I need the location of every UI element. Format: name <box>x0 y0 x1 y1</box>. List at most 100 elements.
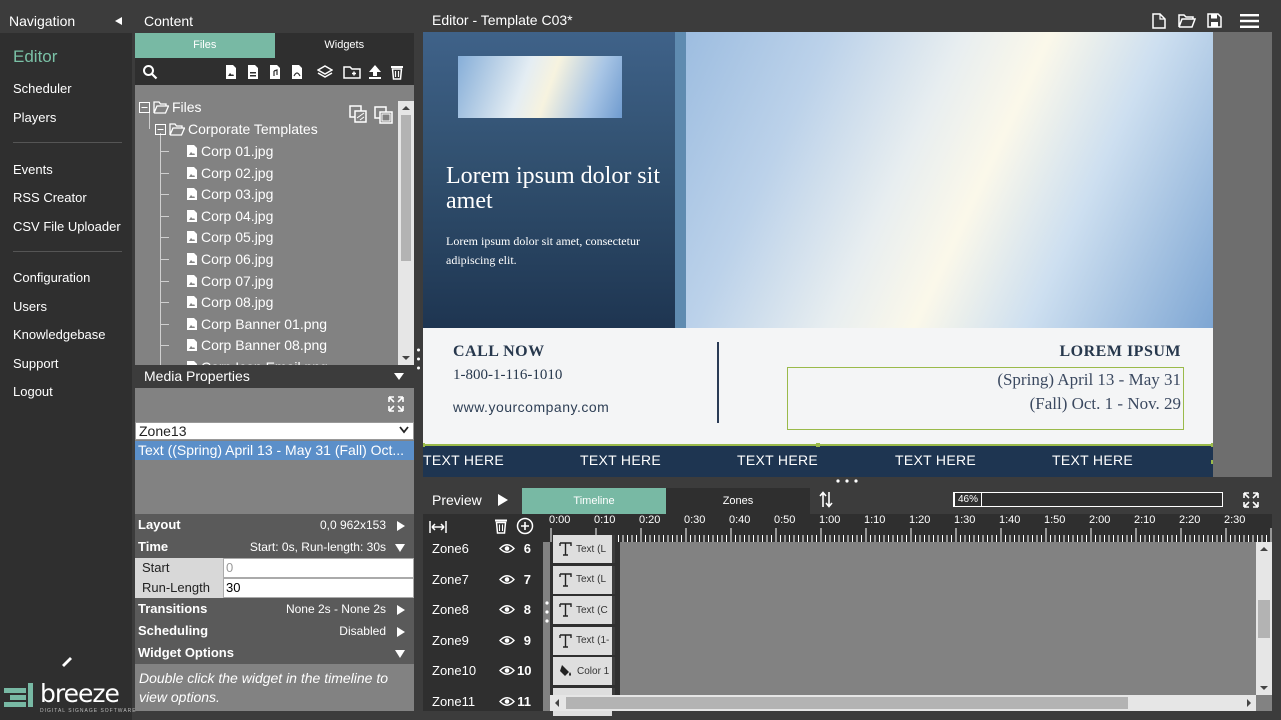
upload-icon[interactable] <box>367 64 383 80</box>
scrollbar-thumb[interactable] <box>401 115 411 261</box>
timeline-vertical-scrollbar[interactable] <box>1256 542 1272 695</box>
eye-icon[interactable] <box>499 635 515 646</box>
pencil-icon[interactable] <box>60 655 74 667</box>
tree-file-item[interactable]: Corp Icon Email.png <box>186 357 328 365</box>
play-icon[interactable] <box>497 493 509 507</box>
nav-item-knowledgebase[interactable]: Knowledgebase <box>13 327 106 342</box>
scrollbar-thumb[interactable] <box>566 697 1128 709</box>
tab-files[interactable]: Files <box>135 33 275 58</box>
tree-file-item[interactable]: Corp 05.jpg <box>186 227 273 247</box>
zone-row[interactable]: Zone10 10 <box>423 656 543 687</box>
nav-item-users[interactable]: Users <box>13 299 47 314</box>
zone-row[interactable]: Zone9 9 <box>423 626 543 657</box>
call-now-heading[interactable]: CALL NOW <box>453 343 545 361</box>
timeline-widget-block[interactable]: Text (L <box>553 565 615 594</box>
tab-widgets[interactable]: Widgets <box>274 33 414 58</box>
hero-image[interactable] <box>686 32 1213 328</box>
tree-file-item[interactable]: Corp 07.jpg <box>186 271 273 291</box>
eye-icon[interactable] <box>499 665 515 676</box>
resize-handle[interactable] <box>423 443 425 447</box>
nav-item-events[interactable]: Events <box>13 162 53 177</box>
ticker-zone[interactable]: TEXT HERE TEXT HERE TEXT HERE TEXT HERE TEXT… <box>423 443 1213 477</box>
eye-icon[interactable] <box>499 543 515 554</box>
logo-image[interactable] <box>458 56 622 118</box>
chevron-right-icon[interactable] <box>397 605 405 615</box>
nav-item-support[interactable]: Support <box>13 356 59 371</box>
save-icon[interactable] <box>1207 13 1222 28</box>
tree-file-item[interactable]: Corp 08.jpg <box>186 292 273 312</box>
add-circle-icon[interactable] <box>516 517 534 535</box>
time-row[interactable]: Time Start: 0s, Run-length: 30s <box>135 536 414 558</box>
add-image-icon[interactable] <box>223 64 239 80</box>
chevron-down-icon[interactable] <box>399 426 409 434</box>
runlength-input[interactable]: 30 <box>223 578 414 598</box>
trash-icon[interactable] <box>389 64 405 80</box>
tree-file-item[interactable]: Corp 01.jpg <box>186 141 273 161</box>
search-icon[interactable] <box>142 64 158 80</box>
timeline-widget-block[interactable]: Text (C <box>553 596 615 624</box>
layout-row[interactable]: Layout 0,0 962x153 <box>135 514 414 536</box>
eye-icon[interactable] <box>499 604 515 615</box>
time-ticks[interactable]: 0:00 0:10 0:20 0:30 0:40 0:50 1:00 1:10 1:20 1:30… <box>549 514 1272 542</box>
collapse-nav-icon[interactable] <box>115 17 122 25</box>
resize-handle[interactable] <box>1211 443 1213 447</box>
start-input[interactable]: 0 <box>223 558 414 578</box>
canvas-body-text[interactable]: Lorem ipsum dolor sit amet, consectetur … <box>446 232 661 270</box>
chevron-down-icon[interactable] <box>395 544 405 552</box>
zone-select[interactable]: Zone13 <box>135 422 414 440</box>
new-folder-icon[interactable] <box>343 64 361 80</box>
tree-file-item[interactable]: Corp 06.jpg <box>186 249 273 269</box>
tree-file-item[interactable]: Corp Banner 01.png <box>186 314 327 334</box>
eye-icon[interactable] <box>499 574 515 585</box>
phone-number[interactable]: 1-800-1-116-1010 <box>453 367 562 384</box>
nav-item-scheduler[interactable]: Scheduler <box>13 81 72 96</box>
canvas-headline[interactable]: Lorem ipsum dolor sit amet <box>446 164 661 214</box>
nav-item-rss-creator[interactable]: RSS Creator <box>13 190 87 205</box>
nav-item-players[interactable]: Players <box>13 110 56 125</box>
transitions-row[interactable]: Transitions None 2s - None 2s <box>135 598 414 620</box>
zone-row[interactable]: Zone7 7 <box>423 565 543 596</box>
selected-widget-item[interactable]: Text ((Spring) April 13 - May 31 (Fall) … <box>135 441 414 460</box>
expand-icon[interactable] <box>388 396 404 412</box>
lorem-ipsum-heading[interactable]: LOREM IPSUM <box>1060 343 1182 361</box>
website-url[interactable]: www.yourcompany.com <box>453 399 609 415</box>
scheduling-row[interactable]: Scheduling Disabled <box>135 620 414 642</box>
add-document-icon[interactable] <box>245 64 261 80</box>
timeline-widget-block[interactable]: Text (L <box>553 535 615 563</box>
tab-timeline[interactable]: Timeline <box>522 488 666 514</box>
collapse-icon[interactable] <box>155 123 166 135</box>
add-audio-icon[interactable] <box>267 64 283 80</box>
file-tree-scrollbar[interactable] <box>398 101 414 365</box>
chevron-down-icon[interactable] <box>394 373 404 380</box>
timeline-widget-block[interactable]: Text (1- <box>553 626 615 655</box>
widget-options-row[interactable]: Widget Options <box>135 642 414 664</box>
new-file-icon[interactable] <box>1152 13 1166 29</box>
resize-handle[interactable] <box>1211 460 1213 464</box>
open-folder-icon[interactable] <box>1178 14 1196 28</box>
menu-icon[interactable] <box>1240 14 1259 28</box>
trash-icon[interactable] <box>494 518 508 534</box>
zone-row[interactable]: Zone6 6 <box>423 534 543 565</box>
layers-icon[interactable] <box>317 64 333 80</box>
collapse-icon[interactable] <box>139 101 150 113</box>
fit-width-icon[interactable] <box>429 520 447 534</box>
expand-icon[interactable] <box>1243 492 1259 508</box>
nav-item-csv-uploader[interactable]: CSV File Uploader <box>13 219 121 234</box>
zone-row[interactable]: Zone8 8 <box>423 595 543 626</box>
chevron-right-icon[interactable] <box>397 627 405 637</box>
nav-item-logout[interactable]: Logout <box>13 384 53 399</box>
duplicate-icon[interactable] <box>374 106 393 124</box>
tree-root-files[interactable]: Files <box>139 101 202 117</box>
timeline-widget-block[interactable]: Color 1 <box>553 657 615 685</box>
tree-file-item[interactable]: Corp Banner 08.png <box>186 335 327 355</box>
chevron-down-icon[interactable] <box>395 650 405 658</box>
template-canvas[interactable]: Lorem ipsum dolor sit amet Lorem ipsum d… <box>423 32 1213 477</box>
zoom-handle[interactable]: 46% <box>954 492 982 507</box>
chevron-right-icon[interactable] <box>397 521 405 531</box>
tree-file-item[interactable]: Corp 03.jpg <box>186 184 273 204</box>
scrollbar-thumb[interactable] <box>1258 600 1270 638</box>
nav-item-editor[interactable]: Editor <box>13 47 57 67</box>
selected-text-zone[interactable]: (Spring) April 13 - May 31 (Fall) Oct. 1… <box>787 367 1184 430</box>
zoom-slider[interactable]: 46% <box>953 492 1223 507</box>
resize-handle[interactable] <box>816 443 820 447</box>
